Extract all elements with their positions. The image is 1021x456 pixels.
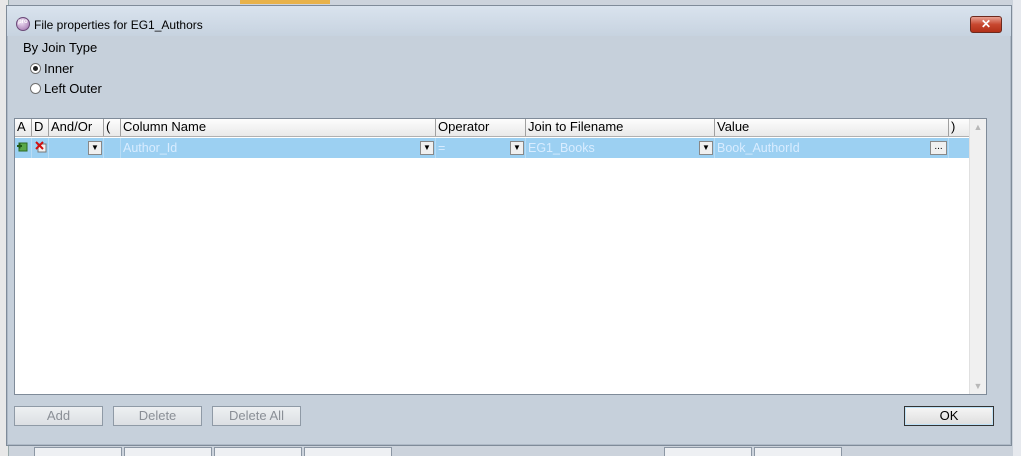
value-value: Book_AuthorId [717, 141, 800, 155]
header-join-to-filename[interactable]: Join to Filename [526, 119, 715, 136]
vertical-scrollbar[interactable]: ▲ ▼ [969, 119, 986, 394]
background-app-highlight [240, 0, 330, 4]
radio-inner[interactable]: Inner [30, 61, 74, 76]
background-app-tab [754, 447, 842, 456]
title-bar[interactable]: pro File properties for EG1_Authors ✕ [7, 6, 1011, 36]
header-value[interactable]: Value [715, 119, 949, 136]
app-icon: pro [16, 17, 30, 31]
radio-button-icon[interactable] [30, 83, 41, 94]
add-row-icon[interactable] [16, 141, 28, 153]
join-to-filename-value: EG1_Books [528, 141, 595, 155]
cell-operator[interactable]: = ▼ [436, 138, 526, 158]
add-button[interactable]: Add [14, 406, 103, 426]
scroll-down-icon[interactable]: ▼ [970, 378, 986, 394]
delete-button[interactable]: Delete [113, 406, 202, 426]
cell-open-paren[interactable] [104, 138, 121, 158]
chevron-down-icon[interactable]: ▼ [510, 141, 524, 155]
cell-value[interactable]: Book_AuthorId ... [715, 138, 949, 158]
chevron-down-icon[interactable]: ▼ [699, 141, 713, 155]
cell-close-paren[interactable] [949, 138, 971, 158]
close-button[interactable]: ✕ [970, 16, 1002, 33]
header-and-or[interactable]: And/Or [49, 119, 104, 136]
background-app-tab [34, 447, 122, 456]
radio-left-outer-label: Left Outer [44, 81, 102, 96]
delete-row-icon[interactable] [35, 141, 47, 153]
background-app-tab [664, 447, 752, 456]
column-name-value: Author_Id [123, 141, 178, 155]
chevron-down-icon[interactable]: ▼ [88, 141, 102, 155]
header-operator[interactable]: Operator [436, 119, 526, 136]
header-open-paren[interactable]: ( [104, 119, 121, 136]
cell-column-name[interactable]: Author_Id ▼ [121, 138, 436, 158]
grid-header: A D And/Or ( Column Name Operator Join t… [15, 119, 971, 137]
join-conditions-grid: A D And/Or ( Column Name Operator Join t… [14, 118, 987, 395]
join-type-label: By Join Type [23, 40, 98, 55]
background-app-tab [124, 447, 212, 456]
background-app-tab [214, 447, 302, 456]
ellipsis-button[interactable]: ... [930, 141, 947, 155]
background-app-tab [304, 447, 392, 456]
radio-button-icon[interactable] [30, 63, 41, 74]
radio-left-outer[interactable]: Left Outer [30, 81, 102, 96]
cell-delete[interactable] [32, 138, 49, 158]
radio-inner-label: Inner [44, 61, 74, 76]
file-properties-dialog: pro File properties for EG1_Authors ✕ By… [6, 5, 1012, 446]
scroll-up-icon[interactable]: ▲ [970, 119, 986, 135]
header-d[interactable]: D [32, 119, 49, 136]
header-column-name[interactable]: Column Name [121, 119, 436, 136]
window-title: File properties for EG1_Authors [34, 18, 203, 32]
cell-add[interactable] [15, 138, 32, 158]
ok-button[interactable]: OK [904, 406, 994, 426]
header-a[interactable]: A [15, 119, 32, 136]
background-app-right [1013, 0, 1021, 456]
cell-and-or[interactable]: ▼ [49, 138, 104, 158]
cell-join-to-filename[interactable]: EG1_Books ▼ [526, 138, 715, 158]
header-close-paren[interactable]: ) [949, 119, 971, 136]
operator-value: = [438, 141, 446, 155]
delete-all-button[interactable]: Delete All [212, 406, 301, 426]
chevron-down-icon[interactable]: ▼ [420, 141, 434, 155]
table-row[interactable]: ▼ Author_Id ▼ = ▼ EG1_Books ▼ Book_Autho… [15, 138, 971, 158]
